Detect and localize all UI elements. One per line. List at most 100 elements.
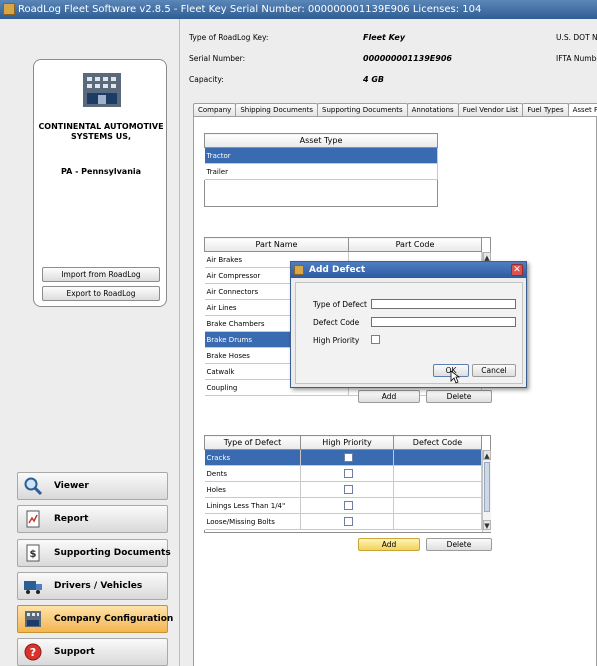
asset-type-cell: Tractor: [204, 147, 438, 164]
table-row[interactable]: Trailer: [204, 163, 438, 180]
high-priority-checkbox[interactable]: [343, 469, 353, 478]
high-priority-checkbox[interactable]: [343, 501, 353, 510]
svg-text:?: ?: [30, 646, 36, 659]
table-row[interactable]: Loose/Missing Bolts: [204, 513, 482, 530]
window-title: RoadLog Fleet Software v2.8.5 - Fleet Ke…: [18, 4, 482, 15]
defect-code-cell: [393, 481, 482, 498]
high-priority-header: High Priority: [300, 435, 394, 450]
key-type-value: Fleet Key: [363, 33, 406, 42]
nav-supporting-documents-label: Supporting Documents: [54, 548, 171, 558]
dialog-title-bar: Add Defect ✕: [291, 262, 526, 278]
info-serial: Serial Number:: [189, 54, 245, 66]
asset-type-table: Asset Type Tractor Trailer: [204, 133, 438, 180]
defect-code-cell: [393, 513, 482, 530]
app-icon: [294, 265, 304, 275]
table-row[interactable]: Cracks: [204, 449, 482, 466]
defect-code-cell: [393, 449, 482, 466]
nav-support-button[interactable]: ? Support: [17, 638, 168, 666]
dot-number-label: U.S. DOT Nu: [556, 33, 597, 42]
info-key-type: Type of RoadLog Key:: [189, 33, 268, 45]
asset-part-panel: Asset Type Tractor Trailer Part Name Par…: [193, 116, 597, 666]
defect-table: Type of Defect High Priority Defect Code…: [204, 435, 482, 530]
defect-delete-button[interactable]: Delete: [426, 538, 492, 551]
defect-code-input[interactable]: [371, 317, 516, 327]
tab-fuel-types[interactable]: Fuel Types: [522, 103, 569, 116]
table-row[interactable]: Holes: [204, 481, 482, 498]
defect-type-cell: Linings Less Than 1/4": [204, 497, 301, 514]
defect-add-button[interactable]: Add: [358, 538, 420, 551]
import-from-roadlog-button[interactable]: Import from RoadLog: [42, 267, 160, 282]
nav-drivers-vehicles-label: Drivers / Vehicles: [54, 581, 143, 591]
table-row[interactable]: Tractor: [204, 147, 438, 164]
scroll-down-icon[interactable]: ▼: [483, 520, 491, 530]
defect-type-input[interactable]: [371, 299, 516, 309]
document-icon: $: [26, 544, 40, 562]
tab-company[interactable]: Company: [193, 103, 237, 116]
defect-type-cell: Dents: [204, 465, 301, 482]
truck-icon: [24, 581, 42, 594]
nav-support-label: Support: [54, 647, 95, 657]
nav-drivers-vehicles-button[interactable]: Drivers / Vehicles: [17, 572, 168, 600]
ifta-number-label: IFTA Numbe: [556, 54, 597, 63]
app-icon: [3, 3, 15, 15]
dialog-body: Type of Defect Defect Code High Priority…: [295, 282, 523, 384]
capacity-label: Capacity:: [189, 75, 224, 84]
high-priority-checkbox[interactable]: [343, 485, 353, 494]
tab-annotations[interactable]: Annotations: [406, 103, 459, 116]
table-row[interactable]: Dents: [204, 465, 482, 482]
high-priority-checkbox[interactable]: [343, 517, 353, 526]
help-icon: ?: [24, 643, 42, 661]
close-icon[interactable]: ✕: [511, 264, 523, 276]
info-capacity: Capacity:: [189, 75, 224, 87]
serial-value: 000000001139E906: [363, 54, 452, 63]
defect-type-header: Type of Defect: [204, 435, 301, 450]
config-tabs: Company Shipping Documents Supporting Docu…: [193, 103, 597, 116]
part-add-button[interactable]: Add: [358, 390, 420, 403]
key-type-label: Type of RoadLog Key:: [189, 33, 269, 42]
company-name: CONTINENTAL AUTOMOTIVE SYSTEMS US,: [38, 122, 164, 141]
tab-fuel-vendor-list[interactable]: Fuel Vendor List: [457, 103, 524, 116]
nav-company-configuration-label: Company Configuration: [54, 614, 174, 624]
svg-text:$: $: [30, 549, 37, 560]
nav-company-configuration-button[interactable]: Company Configuration: [17, 605, 173, 633]
dialog-title: Add Defect: [309, 265, 366, 275]
report-icon: [26, 510, 40, 528]
defect-code-header: Defect Code: [393, 435, 482, 450]
high-priority-label: High Priority: [313, 336, 360, 345]
defect-code-label: Defect Code: [313, 318, 360, 327]
nav-report-button[interactable]: Report: [17, 505, 168, 533]
high-priority-checkbox[interactable]: [371, 335, 380, 344]
scroll-up-icon[interactable]: ▲: [483, 450, 491, 460]
part-code-header: Part Code: [348, 237, 482, 252]
export-to-roadlog-button[interactable]: Export to RoadLog: [42, 286, 160, 301]
defect-type-cell: Cracks: [204, 449, 301, 466]
nav-viewer-button[interactable]: Viewer: [17, 472, 168, 500]
defect-type-label: Type of Defect: [313, 300, 367, 309]
table-row[interactable]: Linings Less Than 1/4": [204, 497, 482, 514]
add-defect-dialog: Add Defect ✕ Type of Defect Defect Code …: [290, 261, 527, 388]
cursor-icon: [450, 370, 460, 384]
company-card: CONTINENTAL AUTOMOTIVE SYSTEMS US, PA - …: [33, 59, 167, 307]
asset-type-header: Asset Type: [204, 133, 438, 148]
company-building-icon: [25, 611, 41, 627]
defect-table-scrollbar[interactable]: ▲ ▼: [482, 450, 491, 532]
defect-type-cell: Holes: [204, 481, 301, 498]
nav-report-label: Report: [54, 514, 89, 524]
scroll-thumb[interactable]: [484, 462, 490, 512]
part-delete-button[interactable]: Delete: [426, 390, 492, 403]
sidebar: CONTINENTAL AUTOMOTIVE SYSTEMS US, PA - …: [0, 19, 180, 666]
tab-asset-part[interactable]: Asset Part: [567, 103, 597, 116]
building-icon: [83, 73, 121, 107]
nav-supporting-documents-button[interactable]: $ Supporting Documents: [17, 539, 171, 567]
tab-shipping-documents[interactable]: Shipping Documents: [235, 103, 318, 116]
capacity-value: 4 GB: [363, 75, 385, 84]
company-state: PA - Pennsylvania: [60, 167, 142, 176]
defect-type-cell: Loose/Missing Bolts: [204, 513, 301, 530]
nav-viewer-label: Viewer: [54, 481, 89, 491]
tab-supporting-documents[interactable]: Supporting Documents: [317, 103, 408, 116]
cancel-button[interactable]: Cancel: [472, 364, 516, 377]
asset-type-cell: Trailer: [204, 163, 438, 180]
defect-code-cell: [393, 465, 482, 482]
window-title-bar: RoadLog Fleet Software v2.8.5 - Fleet Ke…: [0, 0, 597, 19]
high-priority-checkbox[interactable]: [343, 453, 353, 462]
